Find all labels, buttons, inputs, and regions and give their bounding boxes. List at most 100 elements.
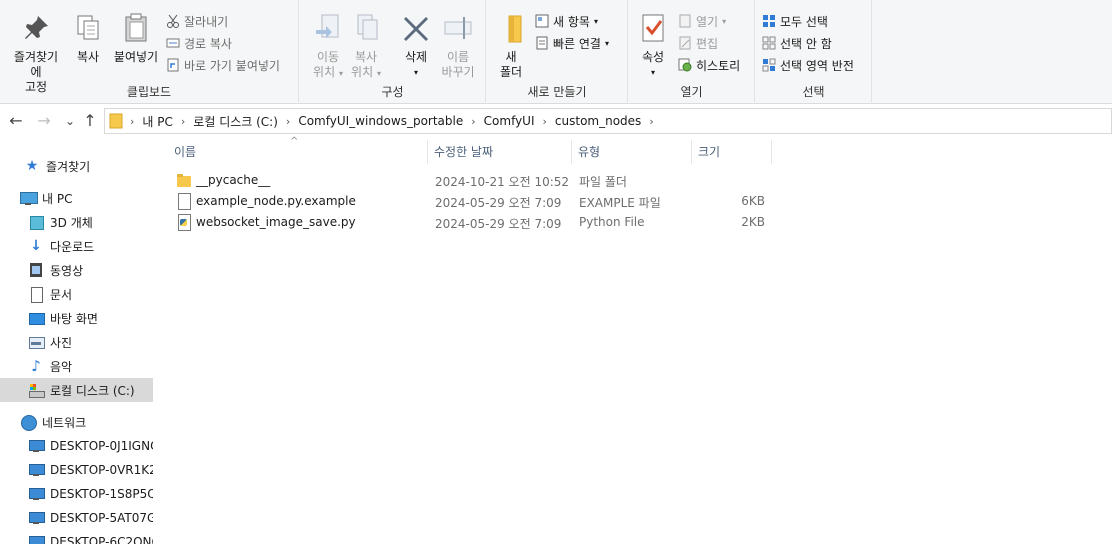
organize-group: 이동 위치 ▾ 복사 위치 ▾ 삭제 ▾ 이름 바꾸기 구성 <box>300 0 486 104</box>
sidebar-item-computer[interactable]: DESKTOP-6C2ONC <box>0 530 153 544</box>
download-icon: ↓ <box>30 238 42 254</box>
folder-icon <box>176 172 192 188</box>
file-name: websocket_image_save.py <box>196 215 356 229</box>
select-none-label: 선택 안 함 <box>780 36 832 51</box>
python-file-icon <box>176 214 192 231</box>
rename-button[interactable]: 이름 바꾸기 <box>434 12 482 80</box>
sidebar-item-downloads[interactable]: ↓ 다운로드 <box>0 234 153 258</box>
properties-icon <box>637 12 669 44</box>
rename-label-1: 이름 <box>446 50 470 64</box>
select-all-icon <box>762 14 776 28</box>
network-icon <box>20 414 37 431</box>
breadcrumb-comfyui[interactable]: ComfyUI <box>482 114 537 128</box>
open-dropdown-icon: ▾ <box>722 16 727 26</box>
properties-button[interactable]: 속성 ▾ <box>629 12 677 80</box>
column-header-date-modified[interactable]: 수정한 날짜 <box>428 140 572 164</box>
sidebar-item-computer[interactable]: DESKTOP-0J1IGNO <box>0 434 153 458</box>
easy-access-button[interactable]: 빠른 연결 ▾ <box>535 33 609 53</box>
file-type: 파일 폴더 <box>579 175 627 189</box>
sidebar-item-desktop[interactable]: 바탕 화면 <box>0 306 153 330</box>
select-all-label: 모두 선택 <box>780 14 828 29</box>
paste-shortcut-button[interactable]: 바로 가기 붙여넣기 <box>166 55 280 75</box>
invert-selection-button[interactable]: 선택 영역 반전 <box>762 55 854 75</box>
column-header-name[interactable]: 이름 <box>168 140 428 164</box>
pin-label-line1: 즐겨찾기에 <box>13 50 59 79</box>
move-to-icon <box>312 12 344 44</box>
copy-path-button[interactable]: 경로 복사 <box>166 33 232 53</box>
sidebar-item-pictures[interactable]: 사진 <box>0 330 153 354</box>
select-none-button[interactable]: 선택 안 함 <box>762 33 832 53</box>
sidebar-item-my-pc[interactable]: 내 PC <box>0 186 153 210</box>
copy-to-label-2: 위치 <box>351 65 374 79</box>
sidebar-item-label: 즐겨찾기 <box>46 159 91 174</box>
sidebar-item-videos[interactable]: 동영상 <box>0 258 153 282</box>
pin-icon <box>20 12 52 44</box>
sidebar-item-local-disk[interactable]: 로컬 디스크 (C:) <box>0 378 153 402</box>
new-item-dropdown-icon: ▾ <box>593 16 598 26</box>
paste-shortcut-icon <box>166 58 180 72</box>
back-button[interactable]: ← <box>6 111 26 131</box>
cut-button[interactable]: 잘라내기 <box>166 11 228 31</box>
file-row[interactable]: websocket_image_save.py 2024-05-29 오전 7:… <box>170 212 780 233</box>
computer-icon <box>28 486 45 502</box>
select-all-button[interactable]: 모두 선택 <box>762 11 828 31</box>
delete-button[interactable]: 삭제 ▾ <box>392 12 440 80</box>
copy-path-icon <box>166 36 180 50</box>
breadcrumb-separator-icon: › <box>180 114 186 128</box>
history-button[interactable]: 히스토리 <box>678 55 740 75</box>
new-folder-button[interactable]: 새 폴더 <box>487 12 535 80</box>
file-list: ^ 이름 수정한 날짜 유형 크기 __pycache__ 2024-10-21… <box>160 136 1112 544</box>
sidebar-item-label: DESKTOP-5AT07G6 <box>50 511 153 525</box>
organize-group-label: 구성 <box>381 85 404 99</box>
sidebar-item-3d-objects[interactable]: 3D 개체 <box>0 210 153 234</box>
up-button[interactable]: ↑ <box>80 111 100 131</box>
sidebar-item-label: DESKTOP-1S8P5QE <box>50 487 153 501</box>
edit-icon <box>678 36 692 50</box>
file-date: 2024-10-21 오전 10:52 <box>435 175 570 189</box>
open-button[interactable]: 열기 ▾ <box>678 11 726 31</box>
breadcrumb-custom-nodes[interactable]: custom_nodes <box>553 114 643 128</box>
sidebar-item-computer[interactable]: DESKTOP-5AT07G6 <box>0 506 153 530</box>
file-row[interactable]: example_node.py.example 2024-05-29 오전 7:… <box>170 191 780 212</box>
address-bar[interactable]: › 내 PC › 로컬 디스크 (C:) › ComfyUI_windows_p… <box>104 108 1112 134</box>
breadcrumb-local-disk[interactable]: 로컬 디스크 (C:) <box>191 113 280 130</box>
paste-shortcut-label: 바로 가기 붙여넣기 <box>184 58 280 73</box>
history-icon <box>678 58 692 72</box>
copy-to-button[interactable]: 복사 위치 ▾ <box>342 12 390 81</box>
sidebar-item-computer[interactable]: DESKTOP-0VR1K2C <box>0 458 153 482</box>
edit-label: 편집 <box>696 36 719 51</box>
documents-icon <box>28 286 44 303</box>
column-header-type[interactable]: 유형 <box>572 140 692 164</box>
file-row[interactable]: __pycache__ 2024-10-21 오전 10:52 파일 폴더 <box>170 170 780 191</box>
forward-button[interactable]: → <box>34 111 54 131</box>
easy-access-label: 빠른 연결 <box>553 36 601 51</box>
breadcrumb-separator-icon: › <box>285 114 291 128</box>
delete-label: 삭제 <box>404 50 428 64</box>
new-item-label: 새 항목 <box>553 14 590 29</box>
new-item-button[interactable]: 새 항목 ▾ <box>535 11 598 31</box>
open-group: 속성 ▾ 열기 ▾ 편집 히스토리 열기 <box>629 0 755 104</box>
breadcrumb-my-pc[interactable]: 내 PC <box>140 113 174 130</box>
file-type: Python File <box>579 215 645 229</box>
sidebar-item-quick-access[interactable]: ★ 즐겨찾기 <box>0 154 153 178</box>
sidebar-item-computer[interactable]: DESKTOP-1S8P5QE <box>0 482 153 506</box>
file-date: 2024-05-29 오전 7:09 <box>435 196 562 210</box>
paste-button[interactable]: 붙여넣기 <box>112 12 160 65</box>
sidebar-item-network[interactable]: 네트워크 <box>0 410 153 434</box>
column-header-size[interactable]: 크기 <box>692 140 772 164</box>
new-item-icon <box>535 14 549 28</box>
sidebar-item-documents[interactable]: 문서 <box>0 282 153 306</box>
breadcrumb-separator-icon: › <box>130 114 135 128</box>
copy-button[interactable]: 복사 <box>64 12 112 65</box>
history-label: 히스토리 <box>696 58 741 73</box>
scissors-icon <box>166 14 180 28</box>
properties-label: 속성 <box>641 50 665 64</box>
recent-locations-button[interactable]: ⌄ <box>60 111 80 131</box>
computer-icon <box>28 438 45 454</box>
sidebar-item-music[interactable]: ♪ 음악 <box>0 354 153 378</box>
breadcrumb-comfyui-portable[interactable]: ComfyUI_windows_portable <box>296 114 465 128</box>
edit-button[interactable]: 편집 <box>678 33 718 53</box>
video-icon <box>28 262 44 278</box>
sidebar-item-label: DESKTOP-6C2ONC <box>50 535 153 544</box>
rename-label-2: 바꾸기 <box>441 65 475 79</box>
